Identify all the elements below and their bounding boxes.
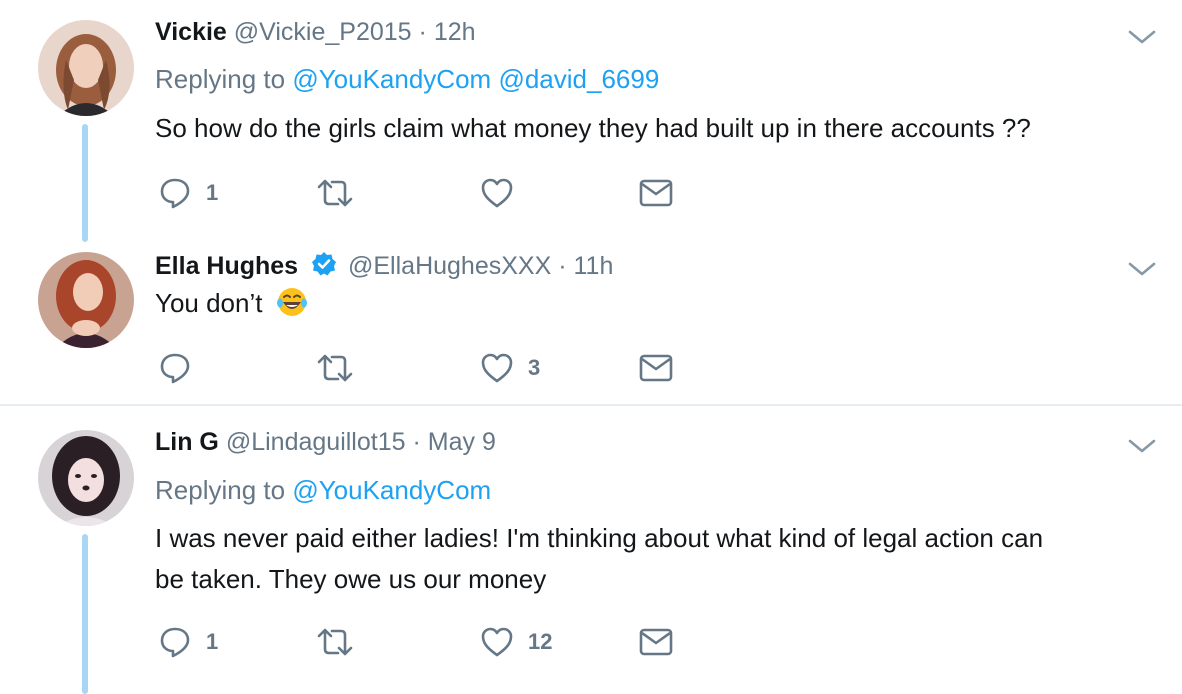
reply-count: 1 [206,629,219,654]
replying-to: Replying to @YouKandyCom @david_6699 [155,64,659,95]
chevron-down-icon[interactable] [1126,27,1158,47]
avatar-image [38,20,134,116]
like-count: 3 [528,355,541,380]
avatar-image [38,252,134,348]
mention-link[interactable]: @david_6699 [498,64,659,94]
like-icon [481,627,513,657]
tweet-text-container: You don’t [155,283,1145,324]
retweet-button[interactable] [316,175,368,211]
timestamp[interactable]: 12h [434,18,476,46]
thread-line [82,124,88,242]
tweet-header: Vickie @Vickie_P2015 · 12h [155,18,476,47]
handle[interactable]: @Vickie_P2015 [234,18,412,46]
like-icon [481,353,513,383]
direct-message-button[interactable] [639,175,673,211]
tweet-header: Lin G @Lindaguillot15 · May 9 [155,428,496,457]
direct-message-button[interactable] [639,624,673,660]
like-count: 12 [528,629,553,654]
tweet-text-line: be taken. They owe us our money [155,564,547,594]
verified-badge-icon [312,252,337,276]
tweet-header: Ella Hughes @EllaHughesXXX · 11h [155,251,613,281]
reply-button[interactable]: 1 [158,175,218,211]
like-icon [481,178,513,208]
reply-count: 1 [206,180,219,205]
direct-message-button[interactable] [639,350,673,386]
replying-prefix: Replying to [155,475,286,505]
separator: · [412,428,421,456]
tears-of-joy-emoji [276,288,307,316]
retweet-icon [317,354,353,382]
display-name[interactable]: Lin G [155,428,219,456]
thread-line [82,534,88,694]
replying-to: Replying to @YouKandyCom [155,475,491,506]
chevron-down-icon[interactable] [1126,259,1158,279]
avatar[interactable] [38,430,134,526]
action-bar: 3 [158,350,758,386]
like-button[interactable] [480,175,528,211]
mention-link[interactable]: @YouKandyCom [292,475,491,505]
avatar[interactable] [38,252,134,348]
tweet[interactable]: Ella Hughes @EllaHughesXXX · 11h You don… [0,250,1182,404]
display-name[interactable]: Ella Hughes [155,252,298,280]
avatar-image [38,430,134,526]
reply-icon [160,353,190,384]
mention-link[interactable]: @YouKandyCom [292,64,491,94]
tweet-text: You don’t [155,288,263,318]
reply-button[interactable] [158,350,206,386]
tweet-text: So how do the girls claim what money the… [155,113,1031,143]
separator: · [558,252,567,280]
timestamp[interactable]: 11h [574,252,614,280]
reply-button[interactable]: 1 [158,624,218,660]
reply-icon [160,178,190,209]
replying-prefix: Replying to [155,64,286,94]
display-name[interactable]: Vickie [155,18,227,46]
direct-message-icon [639,179,673,207]
handle[interactable]: @Lindaguillot15 [226,428,406,456]
action-bar: 1 12 [158,624,758,660]
retweet-button[interactable] [316,624,368,660]
like-button[interactable]: 3 [480,350,540,386]
tweet[interactable]: Lin G @Lindaguillot15 · May 9 Replying t… [0,406,1182,694]
retweet-icon [317,628,353,656]
chevron-down-icon[interactable] [1126,436,1158,456]
reply-icon [160,627,190,658]
direct-message-icon [639,354,673,382]
tweet-text-line: I was never paid either ladies! I'm thin… [155,523,1044,553]
like-button[interactable]: 12 [480,624,552,660]
direct-message-icon [639,628,673,656]
tweet-text: I was never paid either ladies! I'm thin… [155,518,1145,600]
separator: · [418,18,427,46]
action-bar: 1 [158,175,758,211]
timestamp[interactable]: May 9 [428,428,496,456]
handle[interactable]: @EllaHughesXXX [348,252,551,280]
retweet-button[interactable] [316,350,368,386]
avatar[interactable] [38,20,134,116]
tweet[interactable]: Vickie @Vickie_P2015 · 12h Replying to @… [0,0,1182,250]
retweet-icon [317,179,353,207]
